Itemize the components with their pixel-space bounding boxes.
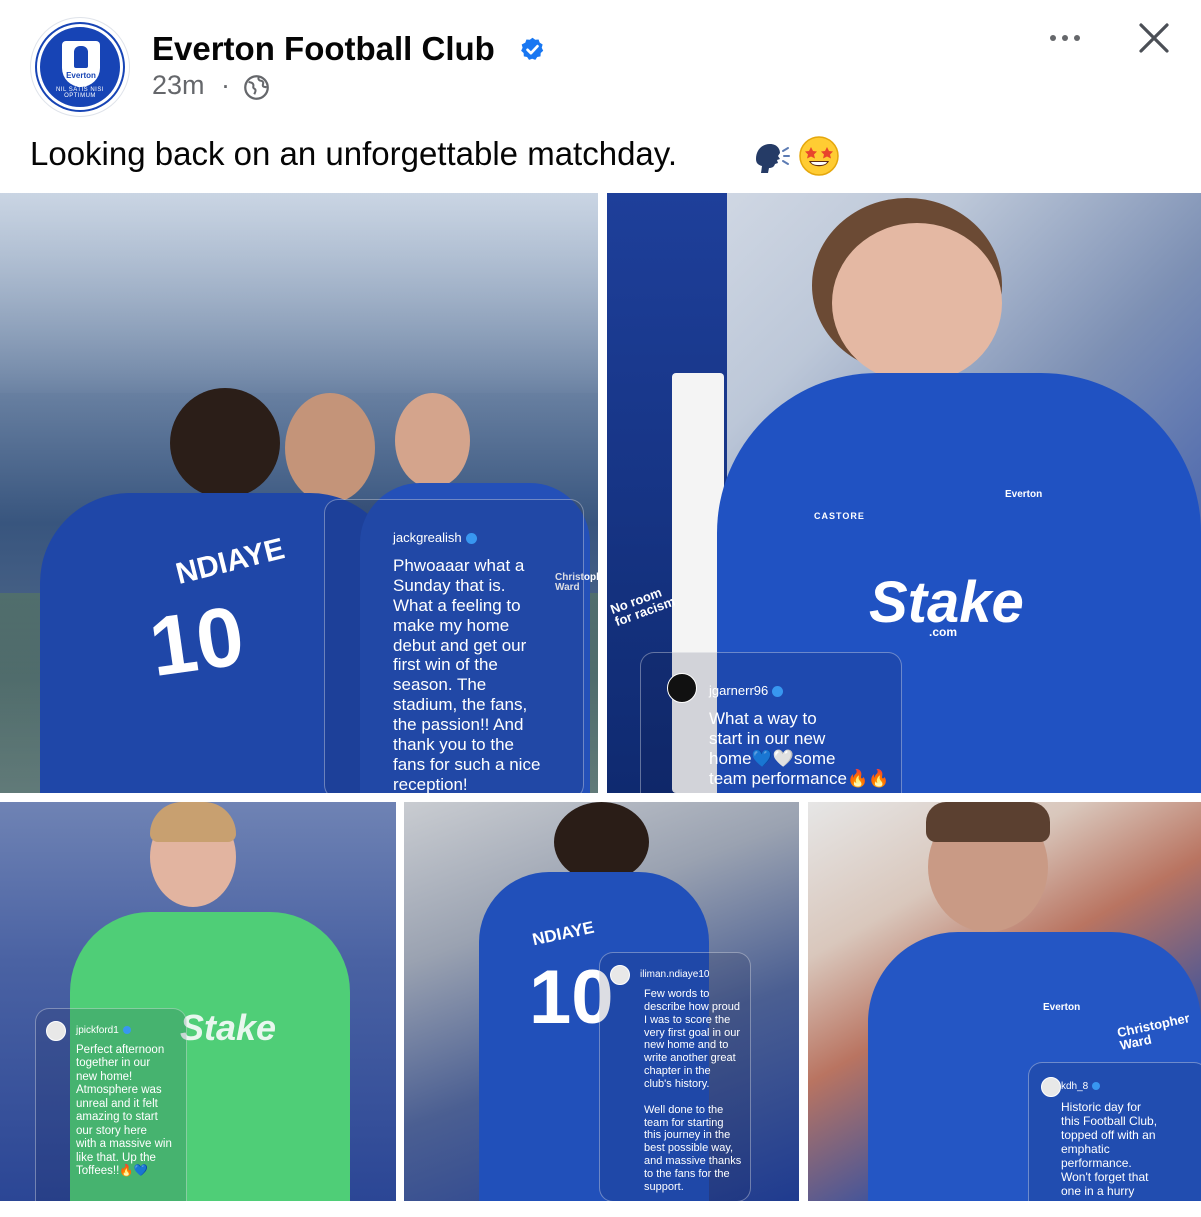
verified-badge-icon xyxy=(772,686,784,698)
photo-4[interactable]: NDIAYE 10 iliman.ndiaye10 Few words to d… xyxy=(404,802,799,1201)
jersey-number: 10 xyxy=(143,587,250,695)
story-avatar xyxy=(46,1021,66,1041)
more-options-icon[interactable] xyxy=(1040,22,1090,54)
story-username: iliman.ndiaye10 xyxy=(640,969,710,980)
everton-crest-logo: Everton NIL SATIS NISI OPTIMUM xyxy=(37,24,123,110)
verified-badge-icon xyxy=(521,37,544,60)
story-text: Phwoaaar what a Sunday that is. What a f… xyxy=(393,556,541,793)
crest-tower xyxy=(74,46,88,68)
story-card: iliman.ndiaye10 Few words to describe ho… xyxy=(599,952,751,1201)
player-hair xyxy=(926,802,1050,842)
player-face xyxy=(285,393,375,503)
player-hair xyxy=(150,802,236,842)
speaking-head-emoji xyxy=(756,144,790,173)
photo-1[interactable]: NDIAYE 10 Christopher Ward jackgrealish … xyxy=(0,193,598,793)
crowd-background xyxy=(0,193,598,393)
club-badge: Everton xyxy=(1005,489,1043,500)
story-username: jgarnerr96 xyxy=(709,683,784,698)
story-avatar xyxy=(610,965,630,985)
verified-badge-icon xyxy=(1092,1082,1101,1091)
story-card: jackgrealish Phwoaaar what a Sunday that… xyxy=(324,499,584,793)
story-card: jpickford1 Perfect afternoon together in… xyxy=(35,1008,187,1201)
story-avatar xyxy=(1041,1077,1061,1097)
story-username: kdh_8 xyxy=(1061,1081,1101,1092)
photo-grid: NDIAYE 10 Christopher Ward jackgrealish … xyxy=(0,193,1201,1201)
photo-3[interactable]: Stake jpickford1 Perfect afternoon toget… xyxy=(0,802,396,1201)
crest-motto: NIL SATIS NISI OPTIMUM xyxy=(55,87,104,99)
photo-5[interactable]: Everton Christopher Ward kdh_8 Historic … xyxy=(808,802,1201,1201)
post-caption: Looking back on an unforgettable matchda… xyxy=(30,135,677,172)
story-card: jgarnerr96 What a way to start in our ne… xyxy=(640,652,902,793)
story-text: What a way to start in our new home💙🤍som… xyxy=(709,709,890,788)
player-face xyxy=(832,223,1002,383)
story-username: jpickford1 xyxy=(76,1025,131,1036)
post-timestamp[interactable]: 23m xyxy=(152,70,205,101)
shirt-sponsor: Stake xyxy=(180,1007,277,1048)
kit-brand: CASTORE xyxy=(814,511,865,521)
player-face-2 xyxy=(395,393,470,488)
story-username: jackgrealish xyxy=(393,530,477,545)
crest-shield: Everton xyxy=(62,41,100,87)
page-avatar[interactable]: Everton NIL SATIS NISI OPTIMUM xyxy=(30,17,130,117)
globe-icon[interactable] xyxy=(243,74,270,101)
story-text: Few words to describe how proud I was to… xyxy=(644,988,742,1193)
verified-badge-icon xyxy=(465,533,477,545)
verified-badge-icon xyxy=(122,1026,131,1035)
player-head-back xyxy=(170,388,280,498)
close-icon[interactable] xyxy=(1134,18,1174,58)
story-text: Historic day for this Football Club, top… xyxy=(1061,1100,1158,1199)
story-card: kdh_8 Historic day for this Football Clu… xyxy=(1028,1062,1201,1201)
story-avatar xyxy=(667,673,697,703)
player-head-back xyxy=(554,802,649,882)
club-badge: Everton xyxy=(1043,1002,1081,1013)
post-header: Everton NIL SATIS NISI OPTIMUM Everton F… xyxy=(0,0,1201,130)
shirt-sponsor-sub: .com xyxy=(929,625,958,639)
photo-2[interactable]: No room for racism CASTORE Everton Stake… xyxy=(607,193,1201,793)
star-struck-emoji xyxy=(799,136,839,176)
story-text: Perfect afternoon together in our new ho… xyxy=(76,1044,172,1178)
meta-separator: · xyxy=(221,70,230,100)
crest-label: Everton xyxy=(66,71,96,80)
page-name-link[interactable]: Everton Football Club xyxy=(152,30,495,68)
